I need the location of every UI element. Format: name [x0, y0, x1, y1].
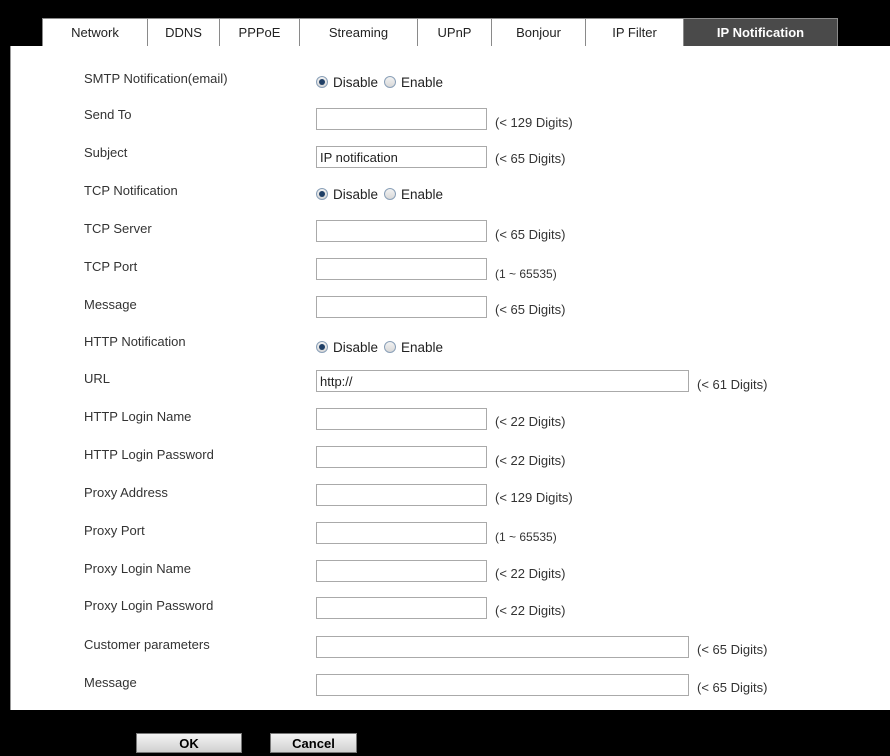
http-login-password-input[interactable] [316, 446, 487, 468]
url-label: URL [84, 371, 111, 386]
tab-bar: Network DDNS PPPoE Streaming UPnP Bonjou… [42, 18, 890, 46]
subject-hint: (< 65 Digits) [495, 151, 566, 166]
row-http-notification: HTTP Notification Disable Enable [11, 333, 890, 359]
tcp-port-hint: (1 ~ 65535) [495, 267, 557, 281]
tcp-enable-label[interactable]: Enable [401, 187, 443, 202]
tcp-notification-label: TCP Notification [84, 183, 178, 198]
proxy-port-hint: (1 ~ 65535) [495, 530, 557, 544]
tab-pppoe[interactable]: PPPoE [220, 18, 300, 46]
proxy-address-label: Proxy Address [84, 485, 168, 500]
tcp-radio-group: Disable Enable [316, 184, 449, 204]
cancel-button[interactable]: Cancel [270, 733, 357, 753]
tcp-message-input[interactable] [316, 296, 487, 318]
tab-ip-filter[interactable]: IP Filter [586, 18, 684, 46]
http-login-name-input[interactable] [316, 408, 487, 430]
http-disable-radio[interactable] [316, 341, 328, 353]
tab-ip-notification[interactable]: IP Notification [684, 18, 838, 46]
ok-button[interactable]: OK [136, 733, 242, 753]
tab-streaming[interactable]: Streaming [300, 18, 418, 46]
left-bar [0, 18, 20, 48]
tcp-message-label: Message [84, 297, 137, 312]
url-input[interactable] [316, 370, 689, 392]
smtp-notification-label: SMTP Notification(email) [84, 71, 228, 86]
row-http-message: Message (< 65 Digits) [11, 674, 890, 700]
row-tcp-port: TCP Port (1 ~ 65535) [11, 258, 890, 284]
http-enable-label[interactable]: Enable [401, 340, 443, 355]
proxy-port-input[interactable] [316, 522, 487, 544]
subject-input[interactable] [316, 146, 487, 168]
send-to-label: Send To [84, 107, 132, 122]
customer-parameters-hint: (< 65 Digits) [697, 642, 768, 657]
subject-label: Subject [84, 145, 128, 160]
proxy-address-input[interactable] [316, 484, 487, 506]
row-tcp-server: TCP Server (< 65 Digits) [11, 220, 890, 246]
row-tcp-notification: TCP Notification Disable Enable [11, 182, 890, 208]
tcp-disable-label[interactable]: Disable [333, 187, 378, 202]
tcp-server-input[interactable] [316, 220, 487, 242]
proxy-login-name-hint: (< 22 Digits) [495, 566, 566, 581]
proxy-address-hint: (< 129 Digits) [495, 490, 573, 505]
row-subject: Subject (< 65 Digits) [11, 144, 890, 170]
row-send-to: Send To (< 129 Digits) [11, 106, 890, 132]
button-bar [0, 710, 890, 756]
row-url: URL (< 61 Digits) [11, 370, 890, 396]
proxy-login-name-label: Proxy Login Name [84, 561, 191, 576]
http-message-input[interactable] [316, 674, 689, 696]
proxy-login-name-input[interactable] [316, 560, 487, 582]
smtp-disable-radio[interactable] [316, 76, 328, 88]
row-http-login-name: HTTP Login Name (< 22 Digits) [11, 408, 890, 434]
http-login-password-label: HTTP Login Password [84, 447, 214, 462]
proxy-login-password-hint: (< 22 Digits) [495, 603, 566, 618]
send-to-hint: (< 129 Digits) [495, 115, 573, 130]
tcp-port-label: TCP Port [84, 259, 138, 274]
tab-upnp[interactable]: UPnP [418, 18, 492, 46]
smtp-radio-group: Disable Enable [316, 72, 449, 92]
http-disable-label[interactable]: Disable [333, 340, 378, 355]
http-message-hint: (< 65 Digits) [697, 680, 768, 695]
proxy-login-password-label: Proxy Login Password [84, 598, 214, 613]
http-radio-group: Disable Enable [316, 337, 449, 357]
http-login-name-hint: (< 22 Digits) [495, 414, 566, 429]
tab-ddns[interactable]: DDNS [148, 18, 220, 46]
smtp-enable-label[interactable]: Enable [401, 75, 443, 90]
row-http-login-password: HTTP Login Password (< 22 Digits) [11, 446, 890, 472]
smtp-disable-label[interactable]: Disable [333, 75, 378, 90]
tcp-port-input[interactable] [316, 258, 487, 280]
tcp-message-hint: (< 65 Digits) [495, 302, 566, 317]
tab-bonjour[interactable]: Bonjour [492, 18, 586, 46]
http-login-password-hint: (< 22 Digits) [495, 453, 566, 468]
customer-parameters-label: Customer parameters [84, 637, 210, 652]
http-notification-label: HTTP Notification [84, 334, 186, 349]
proxy-login-password-input[interactable] [316, 597, 487, 619]
tab-network[interactable]: Network [42, 18, 148, 46]
tcp-disable-radio[interactable] [316, 188, 328, 200]
row-proxy-port: Proxy Port (1 ~ 65535) [11, 522, 890, 548]
customer-parameters-input[interactable] [316, 636, 689, 658]
tcp-server-hint: (< 65 Digits) [495, 227, 566, 242]
row-smtp-notification: SMTP Notification(email) Disable Enable [11, 70, 890, 96]
send-to-input[interactable] [316, 108, 487, 130]
row-tcp-message: Message (< 65 Digits) [11, 296, 890, 322]
settings-panel: SMTP Notification(email) Disable Enable … [10, 46, 890, 710]
row-proxy-address: Proxy Address (< 129 Digits) [11, 484, 890, 510]
row-proxy-login-name: Proxy Login Name (< 22 Digits) [11, 560, 890, 586]
http-login-name-label: HTTP Login Name [84, 409, 192, 424]
http-enable-radio[interactable] [384, 341, 397, 353]
http-message-label: Message [84, 675, 137, 690]
url-hint: (< 61 Digits) [697, 377, 768, 392]
tcp-server-label: TCP Server [84, 221, 152, 236]
row-customer-parameters: Customer parameters (< 65 Digits) [11, 636, 890, 662]
proxy-port-label: Proxy Port [84, 523, 145, 538]
smtp-enable-radio[interactable] [384, 76, 397, 88]
top-bar [0, 0, 890, 20]
row-proxy-login-password: Proxy Login Password (< 22 Digits) [11, 597, 890, 623]
tcp-enable-radio[interactable] [384, 188, 397, 200]
